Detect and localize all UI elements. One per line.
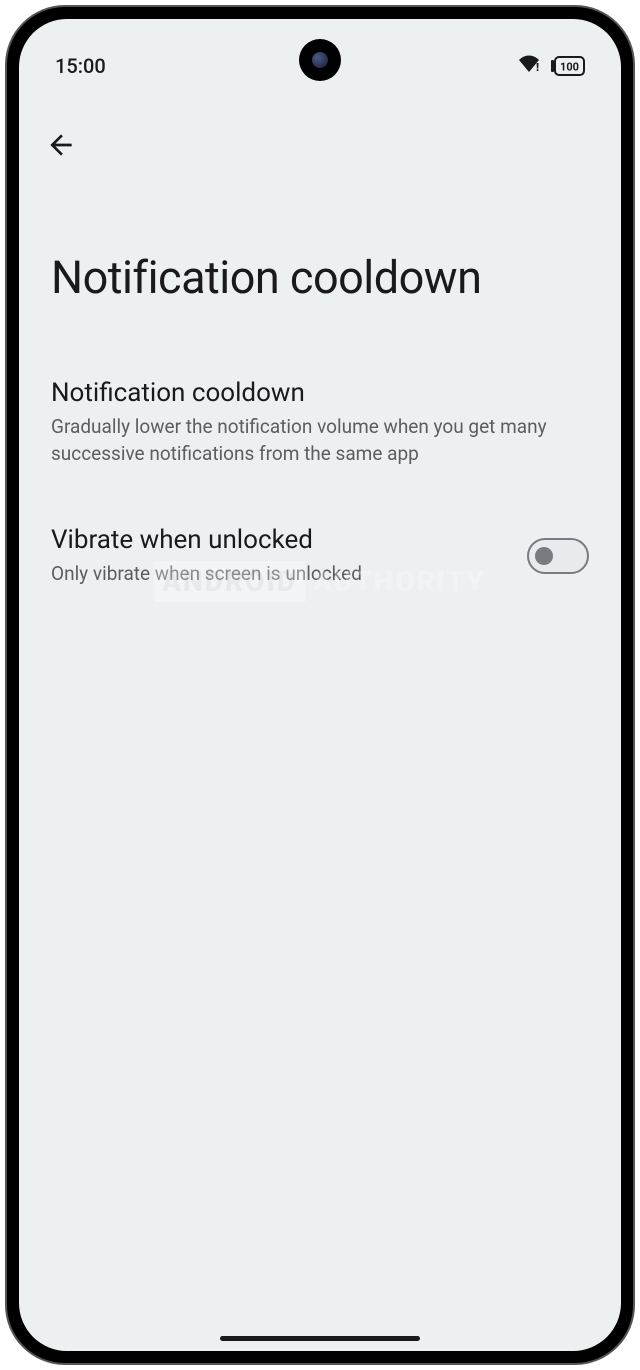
toggle-switch[interactable]: [527, 538, 589, 574]
phone-screen: 15:00 ! 100: [19, 19, 621, 1351]
setting-notification-cooldown[interactable]: Notification cooldown Gradually lower th…: [51, 378, 589, 467]
setting-description: Gradually lower the notification volume …: [51, 414, 569, 467]
app-bar: [19, 89, 621, 175]
setting-vibrate-unlocked[interactable]: Vibrate when unlocked Only vibrate when …: [51, 525, 589, 588]
setting-description: Only vibrate when screen is unlocked: [51, 561, 507, 588]
camera-cutout: [299, 39, 341, 81]
back-button[interactable]: [43, 127, 79, 163]
setting-text: Vibrate when unlocked Only vibrate when …: [51, 525, 527, 588]
arrow-back-icon: [45, 129, 77, 161]
setting-title: Notification cooldown: [51, 378, 569, 408]
toggle-thumb: [535, 547, 553, 565]
svg-text:!: !: [536, 61, 539, 74]
setting-text: Notification cooldown Gradually lower th…: [51, 378, 589, 467]
wifi-icon: !: [517, 54, 541, 78]
phone-frame: 15:00 ! 100: [7, 7, 633, 1363]
setting-title: Vibrate when unlocked: [51, 525, 507, 555]
svg-text:100: 100: [560, 61, 579, 74]
status-icons: ! 100: [517, 54, 585, 78]
nav-bar-handle[interactable]: [220, 1336, 420, 1341]
status-time: 15:00: [55, 54, 106, 78]
camera-lens: [312, 52, 328, 68]
content: Notification cooldown Notification coold…: [19, 251, 621, 588]
battery-icon: 100: [551, 56, 585, 76]
page-title: Notification cooldown: [51, 251, 589, 304]
